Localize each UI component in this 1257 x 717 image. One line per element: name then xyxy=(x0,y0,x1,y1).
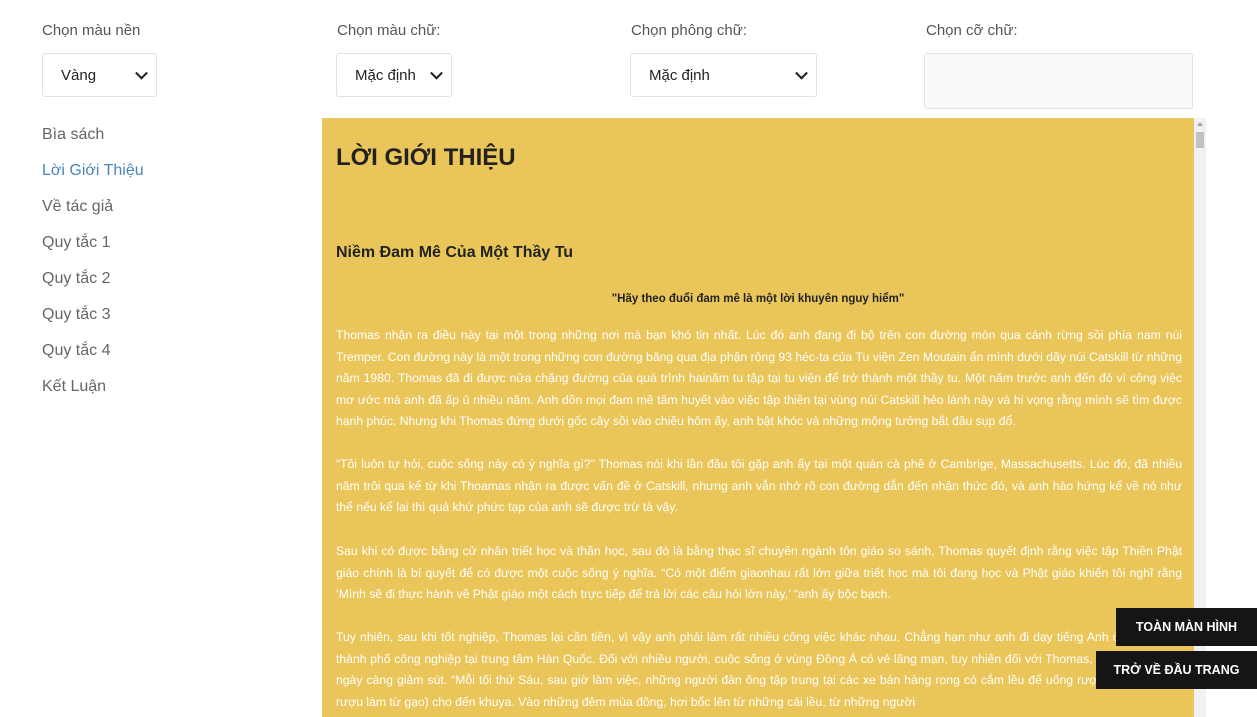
epigraph-quote: "Hãy theo đuổi đam mê là một lời khuyên … xyxy=(611,293,905,305)
chevron-down-icon xyxy=(430,66,443,80)
toc-item-quy-tac-2[interactable]: Quy tắc 2 xyxy=(42,269,144,305)
table-of-contents: Bìa sách Lời Giới Thiệu Về tác giả Quy t… xyxy=(42,125,144,413)
font-size-control[interactable] xyxy=(924,53,1193,109)
reader-pane[interactable]: LỜI GIỚI THIỆU Niềm Đam Mê Của Một Thầy … xyxy=(322,118,1194,717)
section-heading: Niềm Đam Mê Của Một Thầy Tu xyxy=(336,244,574,261)
text-color-value: Mặc định xyxy=(355,66,416,84)
toc-item-loi-gioi-thieu[interactable]: Lời Giới Thiệu xyxy=(42,161,144,197)
font-select[interactable]: Mặc định xyxy=(630,53,817,97)
bg-color-select[interactable]: Vàng xyxy=(42,53,157,97)
text-color-select[interactable]: Mặc định xyxy=(336,53,452,97)
bg-color-value: Vàng xyxy=(61,66,97,84)
toc-item-ket-luan[interactable]: Kết Luận xyxy=(42,377,144,413)
chapter-title: LỜI GIỚI THIỆU xyxy=(336,144,516,171)
font-size-label: Chọn cỡ chữ: xyxy=(926,22,1018,39)
toc-item-ve-tac-gia[interactable]: Về tác giả xyxy=(42,197,144,233)
paragraph: “Tôi luôn tự hỏi, cuộc sống này có ý ngh… xyxy=(336,457,1182,514)
bg-color-label: Chọn màu nền xyxy=(42,22,141,39)
toc-item-quy-tac-4[interactable]: Quy tắc 4 xyxy=(42,341,144,377)
toc-item-quy-tac-1[interactable]: Quy tắc 1 xyxy=(42,233,144,269)
font-value: Mặc định xyxy=(649,66,710,84)
scrollbar-thumb[interactable] xyxy=(1196,132,1204,148)
scroll-up-arrow-icon[interactable] xyxy=(1197,122,1203,126)
paragraph: Thomas nhận ra điều này tại một trong nh… xyxy=(336,328,1182,428)
toc-item-bia-sach[interactable]: Bìa sách xyxy=(42,125,144,161)
chevron-down-icon xyxy=(795,66,808,80)
back-to-top-button[interactable]: TRỞ VỀ ĐẦU TRANG xyxy=(1096,651,1257,689)
chevron-down-icon xyxy=(135,66,148,80)
text-color-label: Chọn màu chữ: xyxy=(337,22,441,39)
font-label: Chọn phông chữ: xyxy=(631,22,747,39)
toc-item-quy-tac-3[interactable]: Quy tắc 3 xyxy=(42,305,144,341)
paragraph: Sau khi có được bằng cử nhân triết học v… xyxy=(336,544,1182,601)
fullscreen-button[interactable]: TOÀN MÀN HÌNH xyxy=(1116,608,1257,646)
paragraph: Tuy nhiên, sau khi tốt nghiệp, Thomas lạ… xyxy=(336,630,1182,709)
